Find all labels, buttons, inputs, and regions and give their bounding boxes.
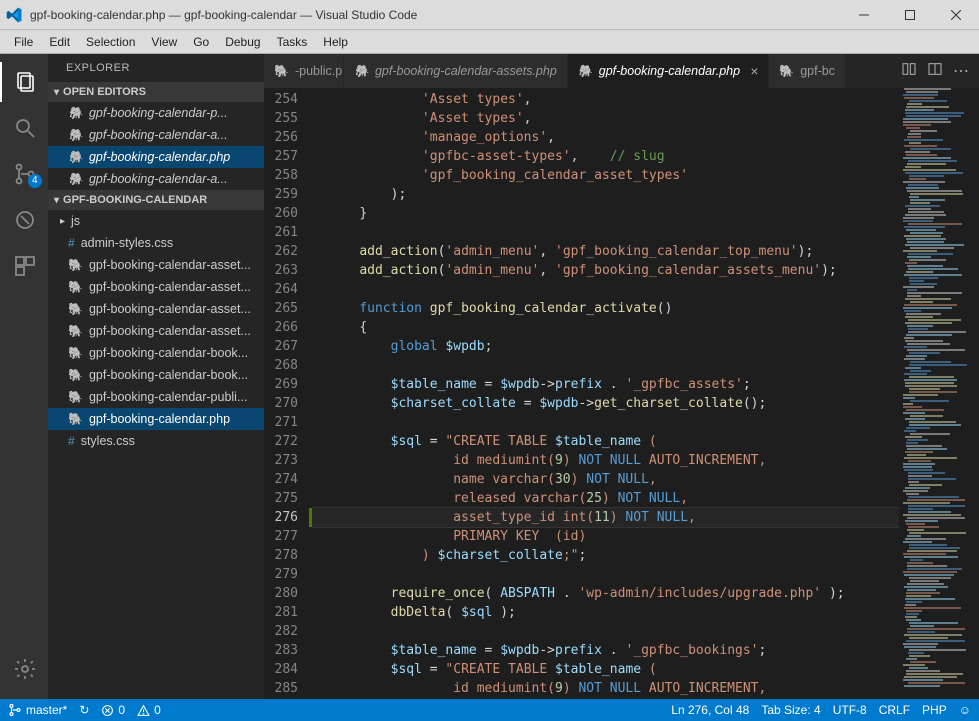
php-icon: 🐘	[68, 280, 83, 294]
tab-size[interactable]: Tab Size: 4	[761, 703, 820, 717]
folder-icon: ▸	[60, 216, 65, 227]
open-editors-list: 🐘gpf-booking-calendar-p...🐘gpf-booking-c…	[48, 102, 264, 190]
language-mode[interactable]: PHP	[922, 703, 947, 717]
php-icon: 🐘	[68, 302, 83, 316]
eol[interactable]: CRLF	[879, 703, 910, 717]
menu-debug[interactable]: Debug	[217, 33, 268, 51]
css-icon: #	[68, 434, 75, 448]
cursor-position[interactable]: Ln 276, Col 48	[671, 703, 749, 717]
minimize-button[interactable]	[841, 0, 887, 30]
window-titlebar: gpf-booking-calendar.php — gpf-booking-c…	[0, 0, 979, 30]
php-icon: 🐘	[354, 64, 369, 78]
code-editor[interactable]: 'Asset types', 'Asset types', 'manage_op…	[312, 88, 899, 699]
minimap[interactable]	[899, 88, 979, 699]
menu-help[interactable]: Help	[315, 33, 356, 51]
file-item[interactable]: 🐘gpf-booking-calendar.php	[48, 408, 264, 430]
php-icon: 🐘	[274, 64, 289, 78]
chevron-down-icon: ▾	[54, 87, 59, 98]
explorer-icon[interactable]	[0, 62, 48, 102]
file-item[interactable]: ▸js	[48, 210, 264, 232]
php-icon: 🐘	[779, 64, 794, 78]
file-item[interactable]: #styles.css	[48, 430, 264, 452]
errors-count[interactable]: 0	[101, 703, 125, 717]
editor-tab[interactable]: 🐘gpf-bc	[769, 54, 846, 88]
file-item[interactable]: #admin-styles.css	[48, 232, 264, 254]
file-item[interactable]: 🐘gpf-booking-calendar-book...	[48, 342, 264, 364]
file-tree: ▸js#admin-styles.css🐘gpf-booking-calenda…	[48, 210, 264, 452]
editor-tabs: 🐘-public.php🐘gpf-booking-calendar-assets…	[264, 54, 979, 88]
php-icon: 🐘	[68, 150, 83, 164]
menu-edit[interactable]: Edit	[41, 33, 78, 51]
php-icon: 🐘	[68, 324, 83, 338]
window-title: gpf-booking-calendar.php — gpf-booking-c…	[30, 8, 417, 22]
git-branch[interactable]: master*	[8, 703, 67, 717]
close-icon[interactable]: ×	[750, 63, 758, 79]
line-gutter: 2542552562572582592602612622632642652662…	[264, 88, 312, 699]
php-icon: 🐘	[68, 128, 83, 142]
php-icon: 🐘	[68, 390, 83, 404]
encoding[interactable]: UTF-8	[833, 703, 867, 717]
php-icon: 🐘	[68, 172, 83, 186]
menu-file[interactable]: File	[6, 33, 41, 51]
sidebar-title: EXPLORER	[48, 54, 264, 82]
open-editors-header[interactable]: ▾ OPEN EDITORS	[48, 82, 264, 102]
status-bar: master* ↻ 0 0 Ln 276, Col 48 Tab Size: 4…	[0, 699, 979, 721]
debug-icon[interactable]	[0, 200, 48, 240]
split-editor-icon[interactable]	[927, 61, 943, 82]
file-item[interactable]: 🐘gpf-booking-calendar-asset...	[48, 254, 264, 276]
warnings-count[interactable]: 0	[137, 703, 161, 717]
php-icon: 🐘	[68, 368, 83, 382]
open-editor-item[interactable]: 🐘gpf-booking-calendar-a...	[48, 168, 264, 190]
close-button[interactable]	[933, 0, 979, 30]
vscode-logo-icon	[6, 7, 22, 23]
menu-go[interactable]: Go	[185, 33, 217, 51]
extensions-icon[interactable]	[0, 246, 48, 286]
search-icon[interactable]	[0, 108, 48, 148]
chevron-down-icon: ▾	[54, 195, 59, 206]
php-icon: 🐘	[68, 346, 83, 360]
menu-bar: FileEditSelectionViewGoDebugTasksHelp	[0, 30, 979, 54]
sync-icon[interactable]: ↻	[79, 703, 89, 717]
php-icon: 🐘	[578, 64, 593, 78]
sidebar-explorer: EXPLORER ▾ OPEN EDITORS 🐘gpf-booking-cal…	[48, 54, 264, 699]
more-icon[interactable]: ⋯	[953, 61, 969, 81]
php-icon: 🐘	[68, 106, 83, 120]
menu-selection[interactable]: Selection	[78, 33, 143, 51]
settings-gear-icon[interactable]	[0, 649, 48, 689]
editor-tab[interactable]: 🐘gpf-booking-calendar-assets.php	[344, 54, 568, 88]
php-icon: 🐘	[68, 412, 83, 426]
file-item[interactable]: 🐘gpf-booking-calendar-asset...	[48, 320, 264, 342]
source-control-icon[interactable]: 4	[0, 154, 48, 194]
maximize-button[interactable]	[887, 0, 933, 30]
activity-bar: 4	[0, 54, 48, 699]
editor-tab[interactable]: 🐘gpf-booking-calendar.php×	[568, 54, 769, 88]
file-item[interactable]: 🐘gpf-booking-calendar-asset...	[48, 298, 264, 320]
file-item[interactable]: 🐘gpf-booking-calendar-asset...	[48, 276, 264, 298]
tab-actions: ⋯	[891, 54, 979, 88]
file-item[interactable]: 🐘gpf-booking-calendar-book...	[48, 364, 264, 386]
menu-view[interactable]: View	[143, 33, 185, 51]
open-editor-item[interactable]: 🐘gpf-booking-calendar-a...	[48, 124, 264, 146]
php-icon: 🐘	[68, 258, 83, 272]
file-item[interactable]: 🐘gpf-booking-calendar-publi...	[48, 386, 264, 408]
open-editor-item[interactable]: 🐘gpf-booking-calendar-p...	[48, 102, 264, 124]
feedback-icon[interactable]: ☺	[959, 703, 971, 717]
project-header[interactable]: ▾ GPF-BOOKING-CALENDAR	[48, 190, 264, 210]
editor-tab[interactable]: 🐘-public.php	[264, 54, 344, 88]
scm-badge: 4	[28, 174, 42, 188]
compare-icon[interactable]	[901, 61, 917, 82]
menu-tasks[interactable]: Tasks	[269, 33, 316, 51]
open-editor-item[interactable]: 🐘gpf-booking-calendar.php	[48, 146, 264, 168]
editor-area: 🐘-public.php🐘gpf-booking-calendar-assets…	[264, 54, 979, 699]
css-icon: #	[68, 236, 75, 250]
